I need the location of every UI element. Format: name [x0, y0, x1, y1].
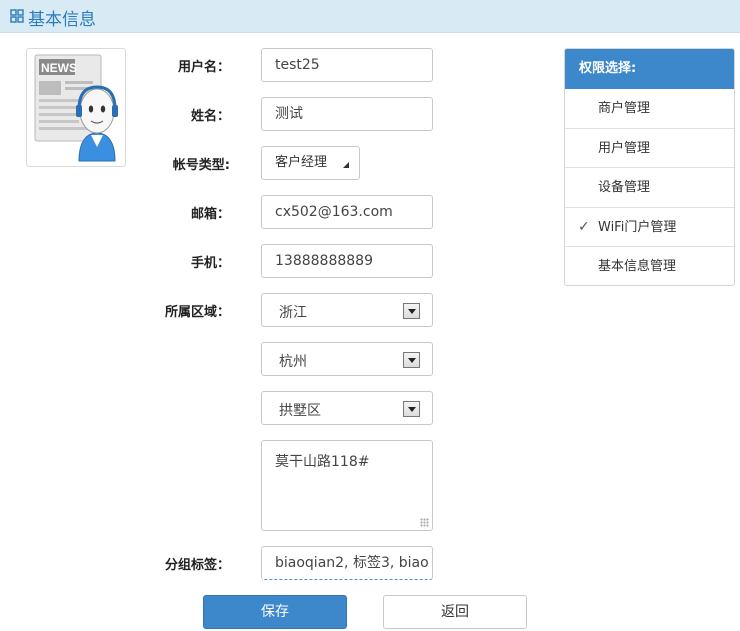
permission-label: 设备管理 — [598, 180, 651, 195]
back-button[interactable]: 返回 — [383, 595, 527, 629]
district-select[interactable]: 拱墅区 — [261, 391, 433, 425]
email-input[interactable]: cx502@163.com — [261, 195, 433, 229]
save-button[interactable]: 保存 — [203, 595, 347, 629]
permissions-panel: 权限选择: 商户管理 用户管理 设备管理 ✓ WiFi门户管理 基本信息管理 — [564, 48, 735, 286]
caret-icon — [343, 162, 349, 168]
chevron-down-icon[interactable] — [403, 401, 420, 417]
username-label: 用户名： — [177, 60, 230, 75]
name-input[interactable]: 测试 — [261, 97, 433, 131]
check-icon: ✓ — [578, 218, 590, 235]
account-type-dropdown[interactable]: 客户经理 — [261, 146, 360, 180]
permission-item-merchant[interactable]: 商户管理 — [565, 89, 734, 129]
address-value: 莫干山路118# — [275, 454, 370, 470]
province-select[interactable]: 浙江 — [261, 293, 433, 327]
page-header: 基本信息 — [0, 0, 740, 33]
address-textarea[interactable]: 莫干山路118# — [261, 440, 433, 531]
city-select[interactable]: 杭州 — [261, 342, 433, 376]
chevron-down-icon[interactable] — [403, 303, 420, 319]
phone-label: 手机： — [190, 256, 230, 271]
permissions-title: 权限选择: — [565, 49, 734, 89]
tags-label: 分组标签： — [164, 558, 230, 573]
avatar: NEWS — [26, 48, 126, 167]
username-input[interactable]: test25 — [261, 48, 433, 82]
province-value: 浙江 — [279, 305, 307, 321]
permission-label: 基本信息管理 — [598, 259, 677, 274]
account-type-label: 帐号类型: — [172, 158, 230, 173]
resize-grip-icon[interactable] — [420, 518, 429, 527]
permission-item-device[interactable]: 设备管理 — [565, 168, 734, 208]
permission-label: 用户管理 — [598, 140, 651, 156]
district-value: 拱墅区 — [279, 403, 321, 419]
permission-label: 商户管理 — [598, 101, 651, 116]
grid-icon — [10, 9, 24, 23]
permission-item-basic-info[interactable]: 基本信息管理 — [565, 247, 734, 285]
name-label: 姓名： — [190, 109, 230, 124]
chevron-down-icon[interactable] — [403, 352, 420, 368]
permission-item-user[interactable]: 用户管理 — [565, 129, 734, 168]
news-reader-avatar-icon: NEWS — [34, 54, 118, 162]
permission-label: WiFi门户管理 — [598, 219, 677, 235]
permission-item-wifi-portal[interactable]: ✓ WiFi门户管理 — [565, 208, 734, 247]
tags-input[interactable]: biaoqian2, 标签3, biao — [261, 546, 433, 580]
account-type-value: 客户经理 — [275, 155, 328, 170]
email-label: 邮箱： — [190, 207, 230, 222]
page-title: 基本信息 — [28, 10, 96, 30]
phone-input[interactable]: 13888888889 — [261, 244, 433, 278]
region-label: 所属区域： — [164, 305, 230, 320]
news-badge: NEWS — [41, 61, 77, 75]
city-value: 杭州 — [279, 354, 307, 370]
